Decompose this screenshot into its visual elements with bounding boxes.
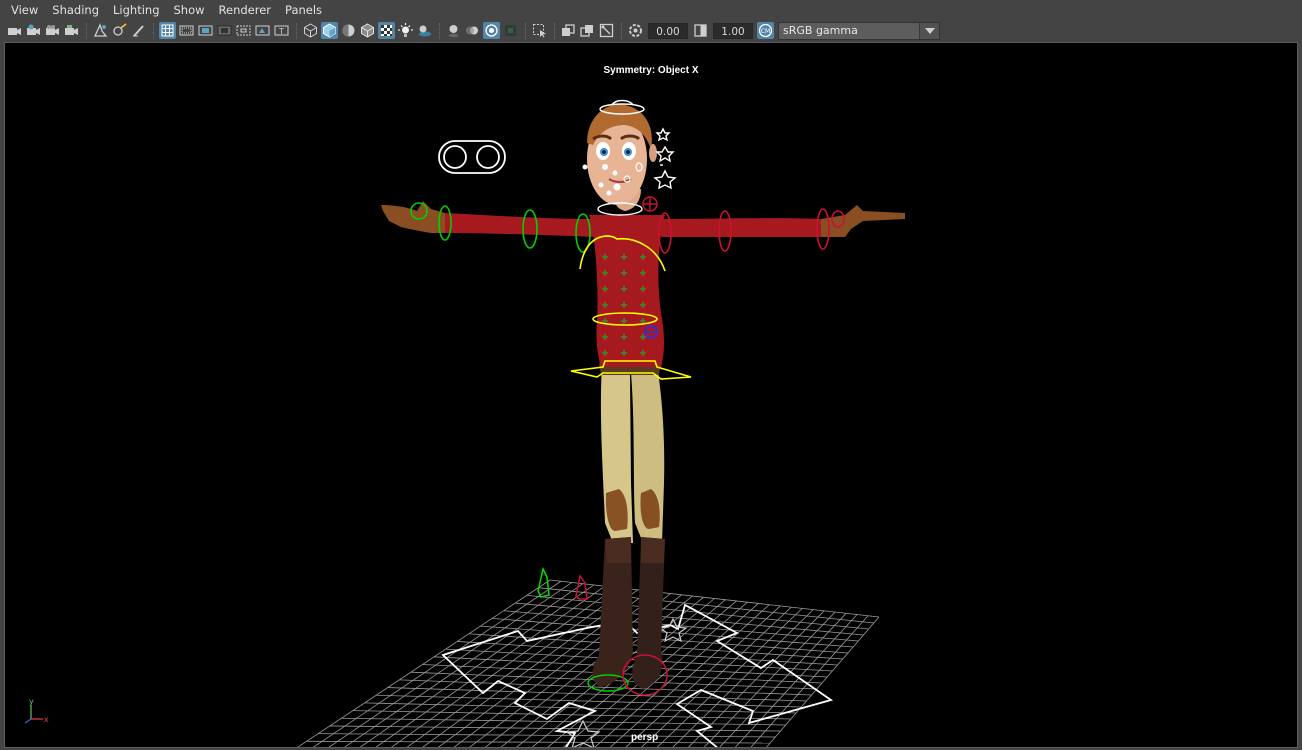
wireframe-on-shaded-icon[interactable]: [359, 22, 376, 39]
menu-shading[interactable]: Shading: [45, 0, 106, 20]
grid-line: [318, 733, 776, 738]
toolbar-separator: [86, 22, 88, 39]
gamma-icon[interactable]: [692, 22, 709, 39]
grid-line: [352, 710, 791, 720]
grid-line: [766, 616, 880, 747]
view-transform-dropdown[interactable]: sRGB gamma: [778, 21, 940, 40]
toolbar-separator: [554, 22, 556, 39]
resolution-gate-icon[interactable]: [197, 22, 214, 39]
grid-line: [492, 618, 854, 648]
shadows-icon[interactable]: [416, 22, 433, 39]
star-controllers: [653, 127, 677, 190]
textured-icon[interactable]: [378, 22, 395, 39]
camera-attributes-icon[interactable]: [25, 22, 42, 39]
gamma-field[interactable]: 1.00: [713, 22, 753, 39]
safe-title-icon[interactable]: T: [273, 22, 290, 39]
wireframe-icon[interactable]: [302, 22, 319, 39]
color-management-icon[interactable]: CM: [757, 22, 774, 39]
use-all-lights-icon[interactable]: [397, 22, 414, 39]
grid-line: [312, 580, 562, 747]
toolbar-separator: [621, 22, 623, 39]
grid-line: [734, 614, 858, 747]
toolbar-separator: [525, 22, 527, 39]
pencil-icon[interactable]: [130, 22, 147, 39]
bookmarks-icon[interactable]: [44, 22, 61, 39]
safe-action-icon[interactable]: [254, 22, 271, 39]
grid-line: [549, 579, 880, 618]
grid-line: [672, 609, 814, 747]
scene-canvas[interactable]: y x: [5, 43, 1298, 748]
menu-renderer[interactable]: Renderer: [212, 0, 279, 20]
grid-line: [341, 717, 786, 726]
exposure-field[interactable]: 0.00: [648, 22, 688, 39]
grid-line: [329, 725, 781, 732]
chevron-down-icon[interactable]: [919, 22, 939, 39]
field-chart-icon[interactable]: [235, 22, 252, 39]
smooth-shade-icon[interactable]: [321, 22, 338, 39]
character-head[interactable]: [587, 104, 657, 211]
viewport-menu-bar: View Shading Lighting Show Renderer Pane…: [0, 0, 1302, 20]
axis-gizmo: y x: [24, 697, 49, 724]
multisample-aa-icon[interactable]: [483, 22, 500, 39]
xray-active-components-icon[interactable]: [579, 22, 596, 39]
menu-panels[interactable]: Panels: [278, 0, 329, 20]
screen-space-ao-icon[interactable]: [445, 22, 462, 39]
gate-mask-icon[interactable]: [216, 22, 233, 39]
menu-view[interactable]: View: [4, 0, 45, 20]
jaw-controller: [642, 196, 658, 212]
axis-y-label: y: [29, 697, 34, 706]
exposure-icon[interactable]: [627, 22, 644, 39]
panel-toolbar: T 0.00 1.00 CM sRGB gamma: [0, 20, 1302, 41]
xray-icon[interactable]: [560, 22, 577, 39]
grid-line: [359, 584, 595, 747]
toolbar-separator: [439, 22, 441, 39]
menu-lighting[interactable]: Lighting: [106, 0, 166, 20]
grid-icon[interactable]: [159, 22, 176, 39]
menu-show[interactable]: Show: [167, 0, 212, 20]
default-material-icon[interactable]: [340, 22, 357, 39]
xray-joints-icon[interactable]: [598, 22, 615, 39]
view-transform-value: sRGB gamma: [783, 24, 858, 37]
svg-text:CM: CM: [761, 28, 770, 35]
grease-pencil-icon[interactable]: [111, 22, 128, 39]
film-gate-icon[interactable]: [178, 22, 195, 39]
ground-grid: [297, 579, 880, 747]
grid-line: [306, 740, 771, 744]
ik-foot-right-controller: [575, 574, 588, 600]
camera-name-label: persp: [631, 732, 659, 743]
character-legs[interactable]: [592, 365, 665, 689]
isolate-select-icon[interactable]: [531, 22, 548, 39]
eye-look-controller: [438, 140, 506, 174]
toolbar-separator: [296, 22, 298, 39]
depth-of-field-icon[interactable]: [502, 22, 519, 39]
toolbar-separator: [153, 22, 155, 39]
grid-line: [297, 579, 551, 747]
image-plane-icon[interactable]: [63, 22, 80, 39]
svg-text:T: T: [278, 27, 284, 36]
two-d-pan-zoom-icon[interactable]: [92, 22, 109, 39]
symmetry-label: Symmetry: Object X: [603, 65, 699, 76]
motion-blur-icon[interactable]: [464, 22, 481, 39]
perspective-viewport[interactable]: y x Symmetry: Object X persp: [4, 42, 1298, 748]
select-camera-icon[interactable]: [6, 22, 23, 39]
axis-x-label: x: [44, 715, 49, 724]
